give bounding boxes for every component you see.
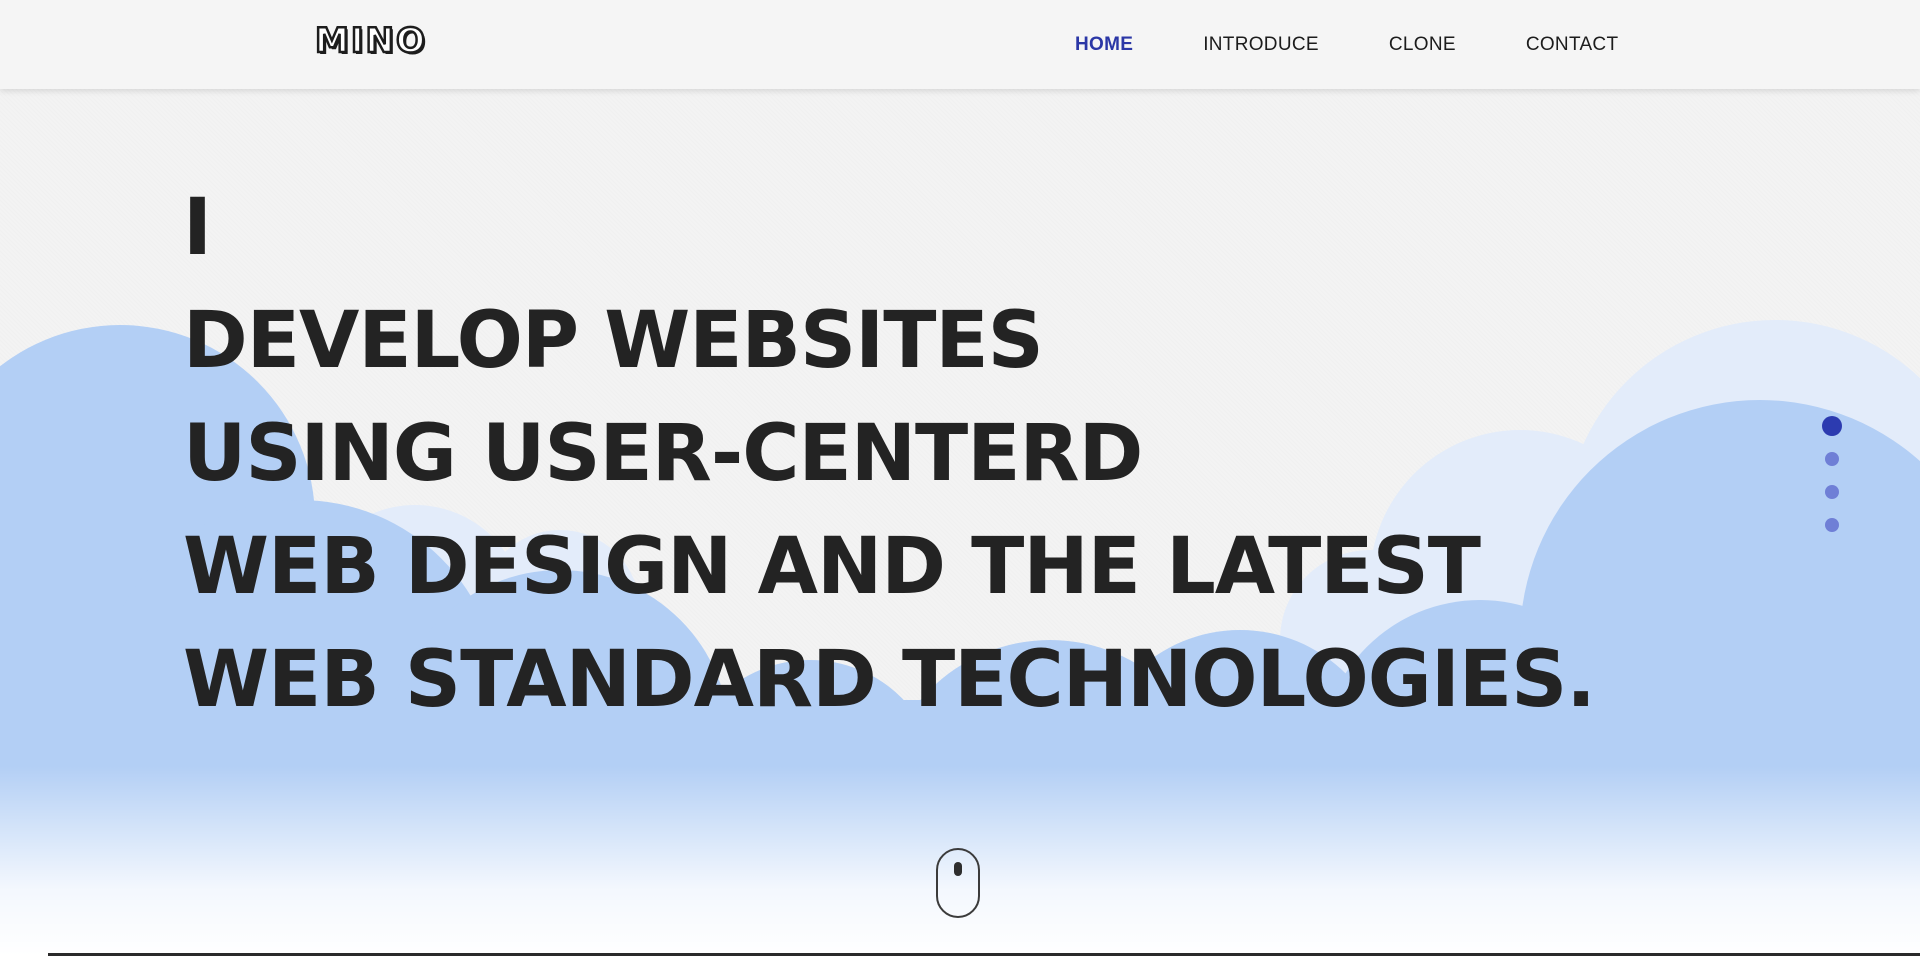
hero-line-2: DEVELOP WEBSITES <box>183 296 1044 386</box>
logo-text: MINO <box>314 21 427 61</box>
mouse-scroll-icon[interactable] <box>936 848 980 918</box>
pager-dot-3[interactable] <box>1825 485 1839 499</box>
pager-dot-1[interactable] <box>1822 416 1842 436</box>
mouse-wheel <box>954 862 962 876</box>
main-nav: HOME INTRODUCE CLONE CONTACT <box>1075 0 1618 89</box>
hero-line-1: I <box>183 183 212 273</box>
nav-contact[interactable]: CONTACT <box>1526 34 1619 56</box>
hero-line-3: USING USER-CENTERD <box>183 409 1143 499</box>
hero-headline: I DEVELOP WEBSITES USING USER-CENTERD WE… <box>183 172 1596 737</box>
nav-home[interactable]: HOME <box>1075 34 1133 56</box>
nav-introduce[interactable]: INTRODUCE <box>1203 34 1319 56</box>
pager-dot-2[interactable] <box>1825 452 1839 466</box>
pager-dot-4[interactable] <box>1825 518 1839 532</box>
hero-line-5: WEB STANDARD TECHNOLOGIES. <box>183 635 1596 725</box>
site-header: MINO HOME INTRODUCE CLONE CONTACT <box>0 0 1920 89</box>
hero-line-4: WEB DESIGN AND THE LATEST <box>183 522 1481 612</box>
nav-clone[interactable]: CLONE <box>1389 34 1456 56</box>
logo[interactable]: MINO <box>314 21 427 61</box>
page: MINO HOME INTRODUCE CLONE CONTACT I DEVE… <box>0 0 1920 956</box>
section-pager <box>1822 416 1842 551</box>
